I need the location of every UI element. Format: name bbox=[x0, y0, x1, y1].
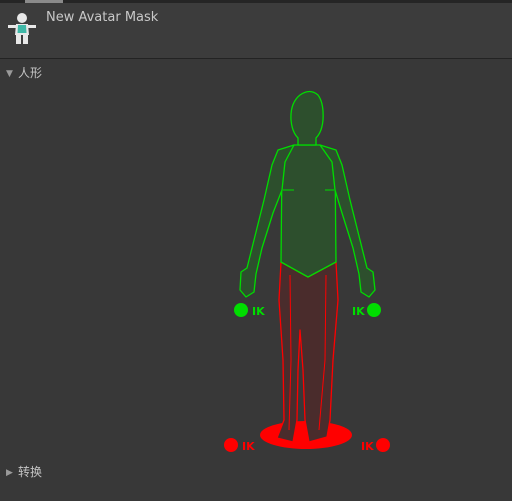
humanoid-mask-figure: IK IK IK IK bbox=[224, 90, 390, 453]
header-divider bbox=[0, 58, 512, 59]
humanoid-label: 人形 bbox=[18, 66, 43, 80]
legs-toggle[interactable] bbox=[276, 261, 339, 443]
left-hand-ik-label: IK bbox=[252, 305, 265, 318]
right-foot-ik-toggle[interactable] bbox=[376, 438, 390, 452]
transform-label: 转换 bbox=[18, 465, 43, 479]
left-foot-ik-label: IK bbox=[242, 440, 255, 453]
right-hand-ik-label: IK bbox=[352, 305, 365, 318]
humanoid-foldout[interactable]: ▼ 人形 bbox=[6, 64, 42, 81]
left-hand-ik-toggle[interactable] bbox=[234, 303, 248, 317]
left-foot-ik-toggle[interactable] bbox=[224, 438, 238, 452]
avatar-mask-icon bbox=[8, 13, 36, 44]
triangle-right-icon: ▶ bbox=[6, 468, 13, 478]
transform-foldout[interactable]: ▶ 转换 bbox=[6, 463, 42, 480]
body-toggle[interactable] bbox=[280, 144, 337, 278]
triangle-down-icon: ▼ bbox=[6, 69, 13, 79]
asset-title: New Avatar Mask bbox=[46, 10, 159, 25]
head-toggle[interactable] bbox=[290, 90, 324, 146]
asset-header: New Avatar Mask bbox=[0, 3, 512, 58]
right-foot-ik-label: IK bbox=[361, 440, 374, 453]
right-hand-ik-toggle[interactable] bbox=[367, 303, 381, 317]
inspector-panel: New Avatar Mask ▼ 人形 IK IK IK IK ▶ 转换 bbox=[0, 0, 512, 501]
